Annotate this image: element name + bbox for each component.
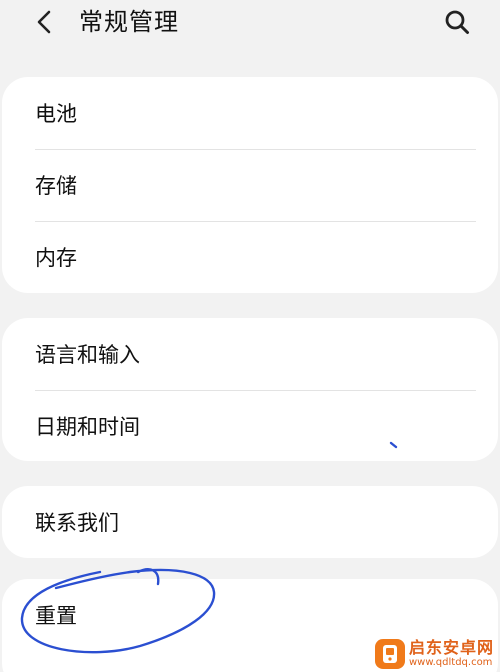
search-button[interactable] (442, 7, 472, 37)
watermark-title: 启东安卓网 (409, 638, 495, 657)
general-management-screen: 常规管理 电池 存储 内存 语言和输入 日期和时间 联系我们 重置 启东安卓网 … (0, 0, 500, 672)
site-watermark: 启东安卓网 www.qdltdq.com (375, 636, 500, 672)
menu-item-language-input[interactable]: 语言和输入 (2, 318, 498, 390)
chevron-left-icon (37, 10, 51, 34)
menu-item-storage[interactable]: 存储 (2, 149, 498, 221)
menu-item-battery[interactable]: 电池 (2, 77, 498, 149)
menu-item-date-time[interactable]: 日期和时间 (2, 390, 498, 461)
top-app-bar: 常规管理 (0, 0, 500, 48)
watermark-url: www.qdltdq.com (409, 657, 493, 668)
settings-group-locale: 语言和输入 日期和时间 (2, 318, 498, 461)
settings-group-device: 电池 存储 内存 (2, 77, 498, 293)
page-title: 常规管理 (79, 8, 179, 36)
search-icon (445, 10, 469, 34)
back-button[interactable] (30, 6, 58, 38)
menu-item-contact-us[interactable]: 联系我们 (2, 486, 498, 558)
menu-item-memory[interactable]: 内存 (2, 221, 498, 293)
watermark-logo-icon (375, 639, 405, 669)
settings-group-contact: 联系我们 (2, 486, 498, 558)
